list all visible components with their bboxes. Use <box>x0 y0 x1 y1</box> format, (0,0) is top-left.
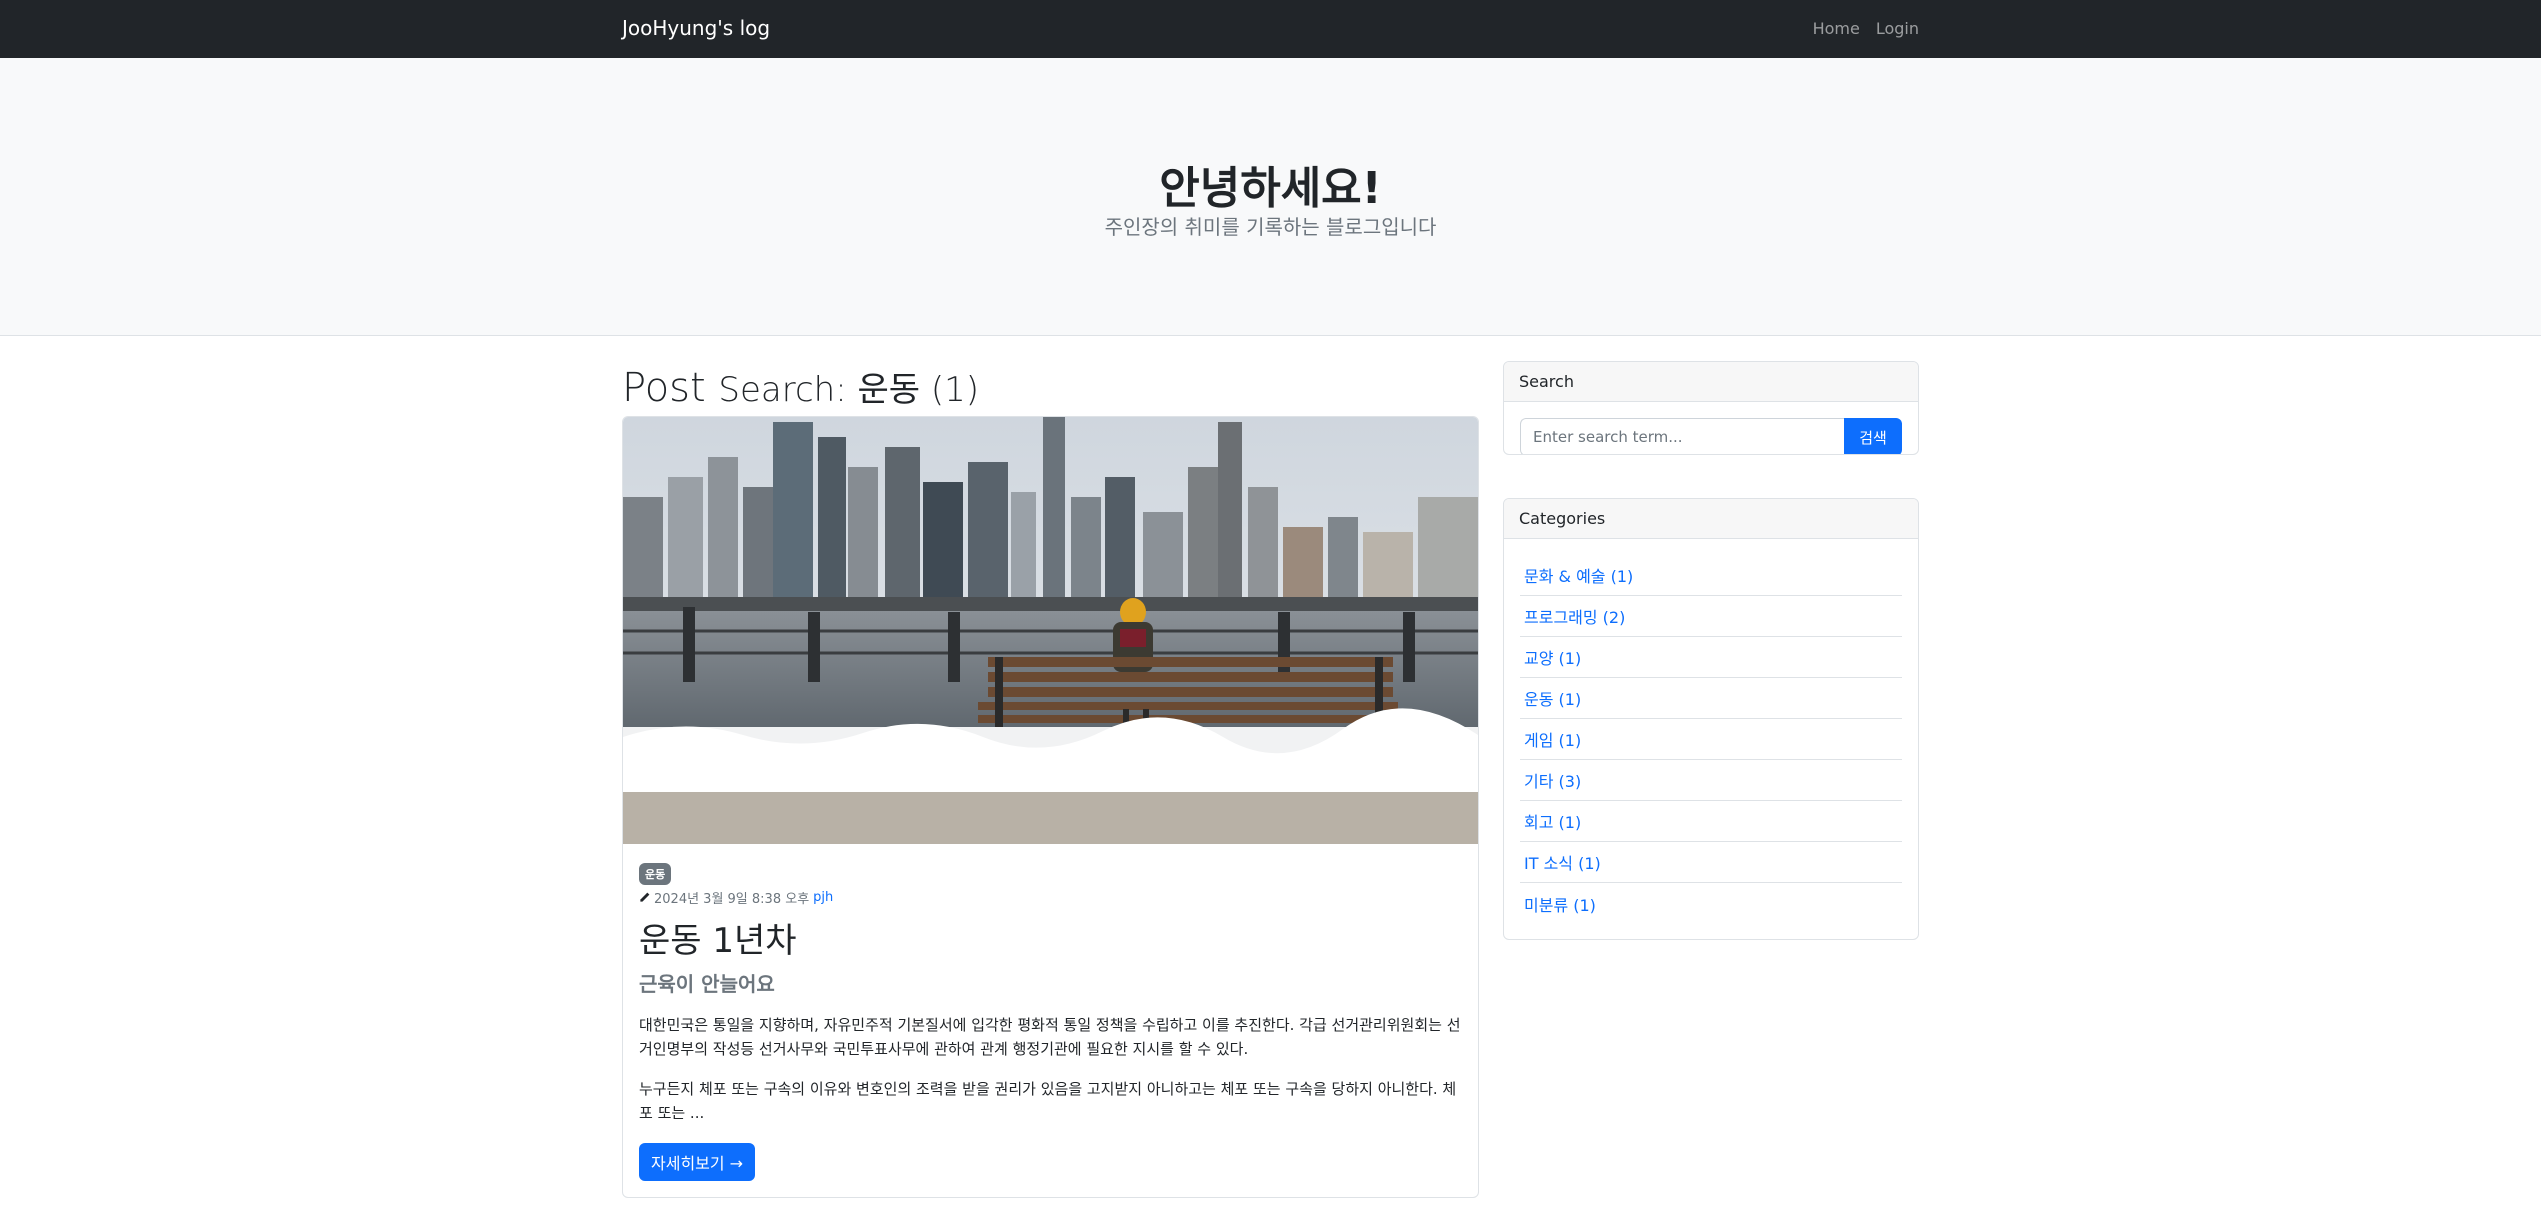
category-link-etc[interactable]: 기타 (3) <box>1524 768 1581 792</box>
category-link-uncategorized[interactable]: 미분류 (1) <box>1524 892 1596 916</box>
hero-header: 안녕하세요! 주인장의 취미를 기록하는 블로그입니다 <box>0 58 2541 336</box>
city-bench-illustration <box>623 417 1478 844</box>
hero-subtitle: 주인장의 취미를 기록하는 블로그입니다 <box>1104 215 1437 239</box>
read-more-button[interactable]: 자세히보기 → <box>639 1143 756 1181</box>
hero-title: 안녕하세요! <box>1159 163 1382 214</box>
search-form: 검색 <box>1520 418 1902 454</box>
search-result-label: Search: 운동 (1) <box>718 370 980 410</box>
category-link-retrospective[interactable]: 회고 (1) <box>1524 809 1581 833</box>
category-item: 교양 (1) <box>1520 637 1902 678</box>
category-item: 문화 & 예술 (1) <box>1520 555 1902 596</box>
post-paragraph: 누구든지 체포 또는 구속의 이유와 변호인의 조력을 받을 권리가 있음을 고… <box>639 1080 1457 1122</box>
post-card: 운동 2024년 3월 9일 8:38 오후 pjh 운동 1년차 근육이 안늘… <box>622 416 1479 1198</box>
post-date: 2024년 3월 9일 8:38 오후 <box>654 892 810 907</box>
search-widget-header: Search <box>1504 362 1918 402</box>
category-item: 프로그래밍 (2) <box>1520 596 1902 637</box>
search-input[interactable] <box>1520 418 1844 454</box>
post-meta: 2024년 3월 9일 8:38 오후 pjh <box>639 888 1462 907</box>
page-title-main: Post <box>622 365 706 411</box>
nav-home-link[interactable]: Home <box>1813 19 1860 38</box>
category-item: 기타 (3) <box>1520 760 1902 801</box>
post-title[interactable]: 운동 1년차 <box>639 913 1462 962</box>
page-title: Post Search: 운동 (1) <box>622 362 979 411</box>
post-subtitle: 근육이 안늘어요 <box>639 972 775 996</box>
categories-widget: Categories 문화 & 예술 (1) 프로그래밍 (2) 교양 (1) … <box>1503 498 1919 940</box>
nav-login-link[interactable]: Login <box>1876 19 1919 38</box>
post-image[interactable] <box>623 417 1478 844</box>
category-item: 게임 (1) <box>1520 719 1902 760</box>
post-author-link[interactable]: pjh <box>813 890 833 905</box>
category-item: 회고 (1) <box>1520 801 1902 842</box>
category-link-game[interactable]: 게임 (1) <box>1524 727 1581 751</box>
category-list: 문화 & 예술 (1) 프로그래밍 (2) 교양 (1) 운동 (1) 게임 (… <box>1504 539 1918 924</box>
category-link-it-news[interactable]: IT 소식 (1) <box>1524 850 1601 874</box>
category-item: 운동 (1) <box>1520 678 1902 719</box>
category-link-liberal-arts[interactable]: 교양 (1) <box>1524 645 1581 669</box>
post-body: 운동 2024년 3월 9일 8:38 오후 pjh 운동 1년차 근육이 안늘… <box>639 863 1462 1141</box>
nav-links: Home Login <box>1813 19 1919 38</box>
pencil-icon <box>640 892 650 902</box>
category-link-exercise[interactable]: 운동 (1) <box>1524 686 1581 710</box>
search-widget: Search 검색 <box>1503 361 1919 455</box>
categories-widget-header: Categories <box>1504 499 1918 539</box>
category-item: IT 소식 (1) <box>1520 842 1902 883</box>
category-link-culture-art[interactable]: 문화 & 예술 (1) <box>1524 563 1633 587</box>
category-item: 미분류 (1) <box>1520 883 1902 924</box>
top-navbar: JooHyung's log Home Login <box>0 0 2541 58</box>
post-excerpt: 대한민국은 통일을 지향하며, 자유민주적 기본질서에 입각한 평화적 통일 정… <box>639 1013 1462 1125</box>
category-link-programming[interactable]: 프로그래밍 (2) <box>1524 604 1625 628</box>
post-paragraph: 대한민국은 통일을 지향하며, 자유민주적 기본질서에 입각한 평화적 통일 정… <box>639 1016 1461 1058</box>
search-button[interactable]: 검색 <box>1844 418 1902 454</box>
category-badge[interactable]: 운동 <box>639 863 672 885</box>
brand-link[interactable]: JooHyung's log <box>622 16 770 40</box>
